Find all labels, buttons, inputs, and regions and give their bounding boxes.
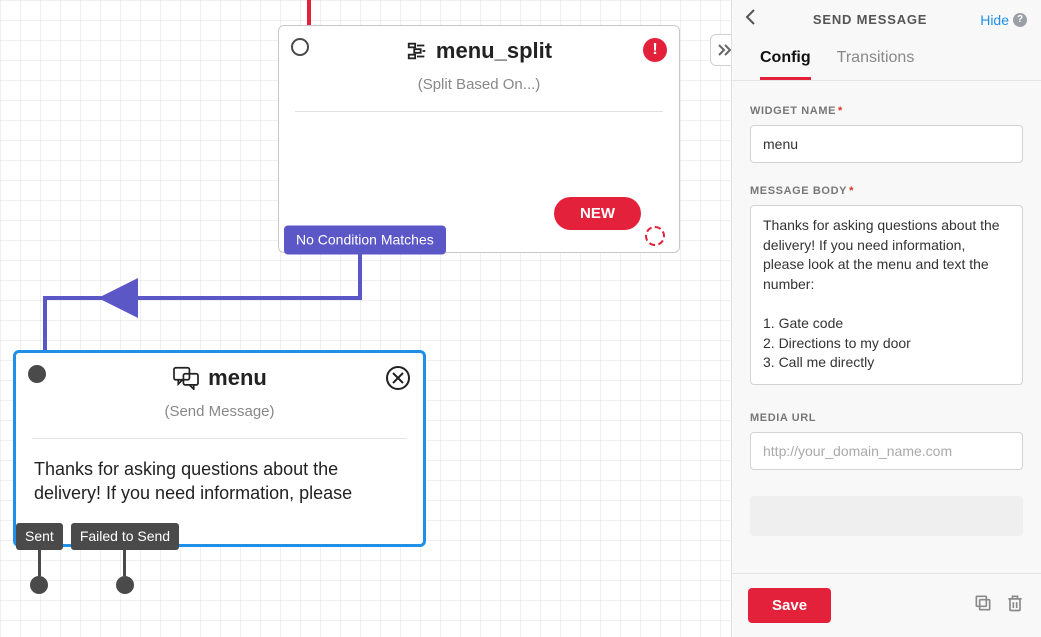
config-panel: SEND MESSAGE Hide ? Config Transitions W… bbox=[731, 0, 1041, 637]
widget-title: menu_split bbox=[436, 38, 552, 64]
delete-button[interactable] bbox=[1005, 593, 1025, 618]
panel-title: SEND MESSAGE bbox=[760, 12, 980, 27]
panel-tabs: Config Transitions bbox=[732, 35, 1041, 81]
message-icon bbox=[172, 366, 200, 390]
sent-port[interactable]: Sent bbox=[16, 523, 63, 594]
drag-handle[interactable] bbox=[28, 365, 46, 383]
panel-scroll-area[interactable]: WIDGET NAME* MESSAGE BODY* MEDIA URL bbox=[732, 81, 1041, 573]
no-condition-port[interactable]: No Condition Matches bbox=[284, 242, 446, 271]
save-button[interactable]: Save bbox=[748, 588, 831, 623]
new-transition-outline: NEW bbox=[645, 226, 665, 246]
media-url-input[interactable] bbox=[750, 432, 1023, 470]
drag-handle[interactable] bbox=[291, 38, 309, 56]
tab-transitions[interactable]: Transitions bbox=[837, 49, 915, 80]
close-icon bbox=[385, 365, 411, 391]
widget-body-preview: Thanks for asking questions about the de… bbox=[16, 439, 423, 506]
media-url-label: MEDIA URL bbox=[750, 412, 1023, 424]
widget-menu-split[interactable]: menu_split ! (Split Based On...) No Cond… bbox=[278, 25, 680, 253]
incoming-connector bbox=[307, 0, 311, 26]
tab-config[interactable]: Config bbox=[760, 49, 811, 80]
widget-subtitle: (Split Based On...) bbox=[279, 68, 679, 111]
widget-subtitle: (Send Message) bbox=[16, 395, 423, 438]
widget-title: menu bbox=[208, 365, 267, 391]
chevron-left-icon bbox=[742, 8, 760, 26]
duplicate-button[interactable] bbox=[973, 593, 993, 618]
new-transition-button[interactable]: NEW bbox=[554, 197, 641, 230]
close-button[interactable] bbox=[385, 365, 411, 391]
flow-canvas[interactable]: menu_split ! (Split Based On...) No Cond… bbox=[0, 0, 1041, 637]
back-button[interactable] bbox=[742, 8, 760, 31]
copy-icon bbox=[973, 593, 993, 613]
split-icon bbox=[406, 40, 428, 62]
warning-icon: ! bbox=[643, 38, 667, 62]
trash-icon bbox=[1005, 593, 1025, 613]
widget-name-label: WIDGET NAME* bbox=[750, 105, 1023, 117]
message-body-input[interactable] bbox=[750, 205, 1023, 385]
help-icon[interactable]: ? bbox=[1013, 13, 1027, 27]
widget-menu[interactable]: menu (Send Message) Thanks for asking qu… bbox=[13, 350, 426, 547]
hide-panel-link[interactable]: Hide ? bbox=[980, 12, 1027, 28]
failed-port[interactable]: Failed to Send bbox=[71, 523, 179, 594]
message-body-label: MESSAGE BODY* bbox=[750, 185, 1023, 197]
widget-name-input[interactable] bbox=[750, 125, 1023, 163]
collapsed-section[interactable] bbox=[750, 496, 1023, 536]
